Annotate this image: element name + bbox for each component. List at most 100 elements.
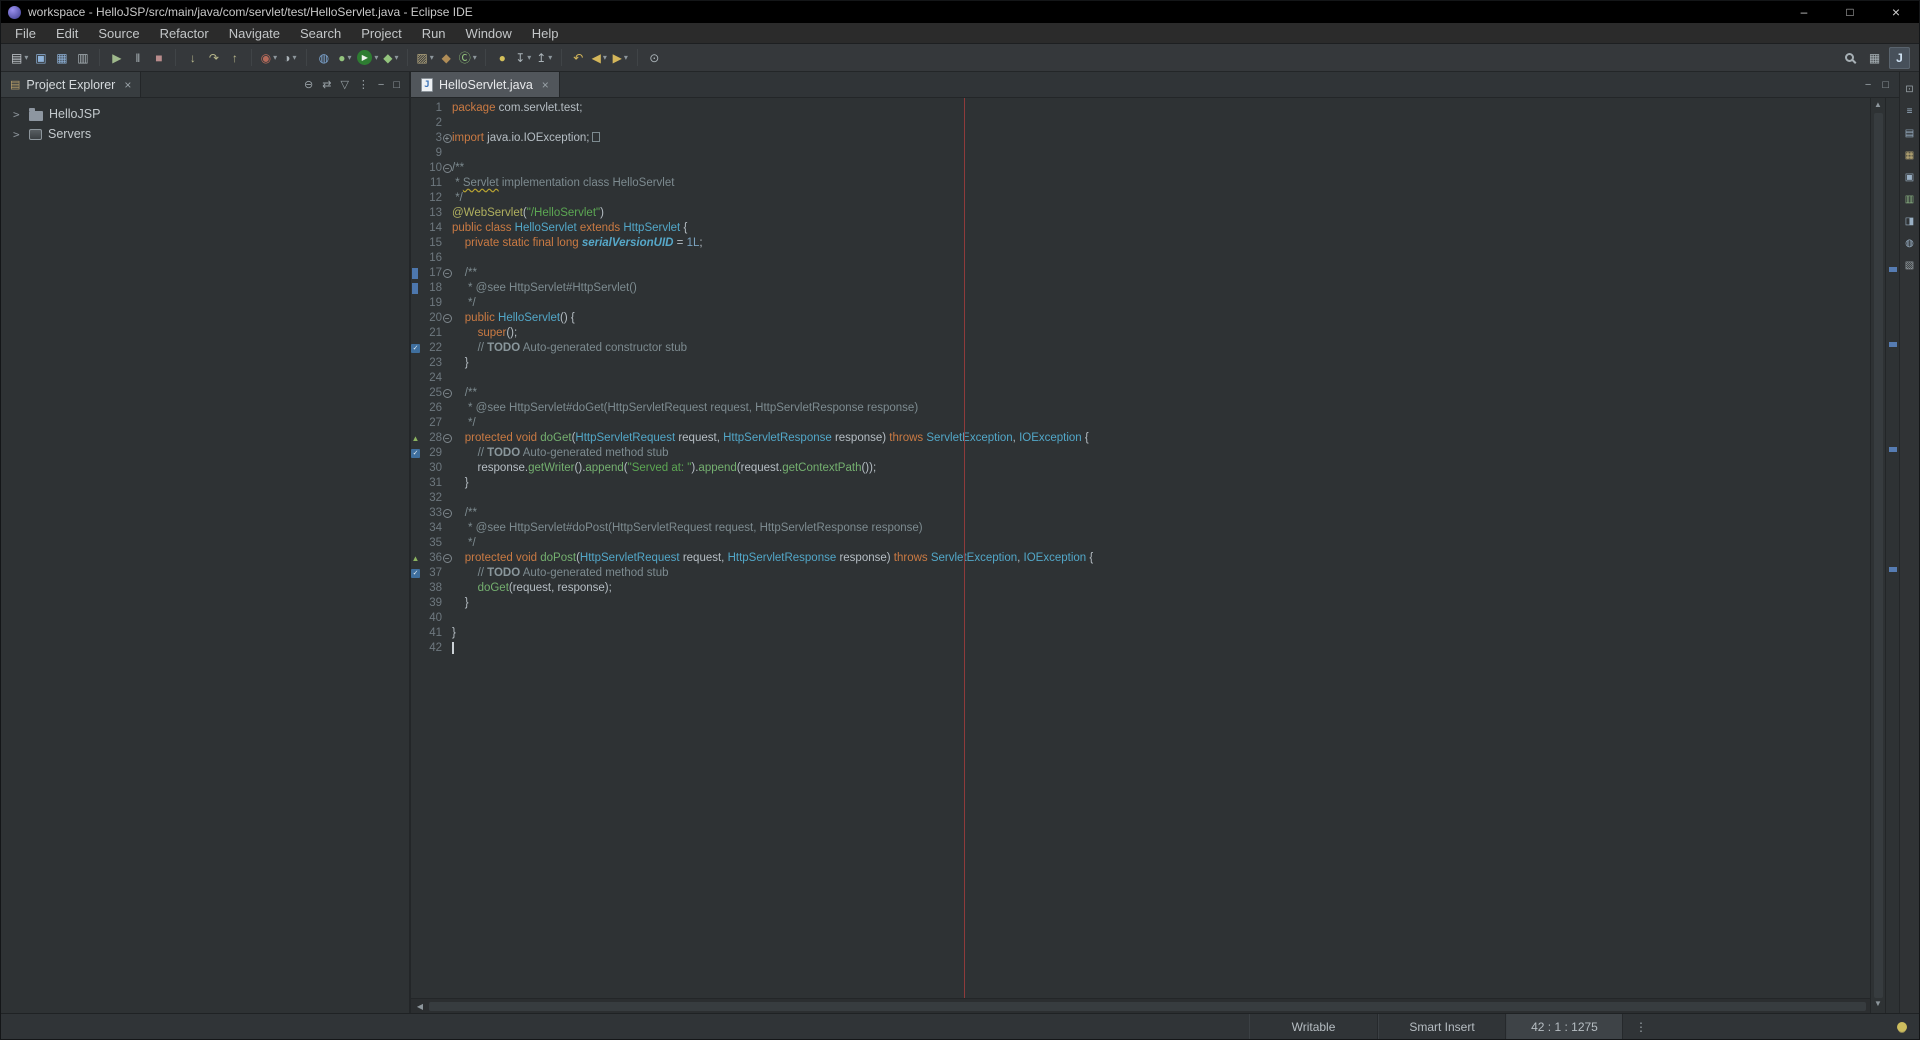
save-button[interactable]: ▣ [30,47,51,69]
link-with-editor-button[interactable]: ⇄ [322,78,331,91]
scroll-left-icon[interactable]: ◀ [413,1002,427,1011]
code-line[interactable]: 27 */ [411,416,1870,431]
step-into-button[interactable]: ↓ [182,47,203,69]
statusbar-overflow-icon[interactable]: ⋮ [1623,1020,1659,1034]
menu-refactor[interactable]: Refactor [150,23,219,43]
code-line[interactable]: ▲ 36− protected void doPost(HttpServletRe… [411,551,1870,566]
print-button[interactable]: ▥ [72,47,93,69]
menu-help[interactable]: Help [522,23,569,43]
vertical-scrollbar[interactable]: ▲ ▼ [1870,98,1885,1013]
menu-project[interactable]: Project [351,23,411,43]
menu-run[interactable]: Run [412,23,456,43]
code-line[interactable]: 1 package com.servlet.test; [411,101,1870,116]
folded-region-icon[interactable] [592,132,601,142]
minimized-search-view-icon[interactable]: ◍ [1903,236,1917,250]
chevron-right-icon[interactable]: > [13,108,23,121]
debug-button[interactable]: ● ▾ [334,47,355,69]
insert-mode-status[interactable]: Smart Insert [1378,1014,1506,1039]
code-line[interactable]: 32 [411,491,1870,506]
minimized-problems-view-icon[interactable]: ▦ [1903,148,1917,162]
last-edit-location-button[interactable]: ↶ [568,47,589,69]
menu-navigate[interactable]: Navigate [219,23,290,43]
minimized-console-view-icon[interactable]: ▣ [1903,170,1917,184]
vertical-scroll-thumb[interactable] [1873,113,1883,998]
code-line[interactable]: 9 [411,146,1870,161]
chevron-right-icon[interactable]: > [13,128,23,141]
code-line[interactable]: 35 */ [411,536,1870,551]
close-window-button[interactable]: × [1873,1,1919,23]
maximize-window-button[interactable]: □ [1827,1,1873,23]
menu-window[interactable]: Window [456,23,522,43]
code-line[interactable]: 12 */ [411,191,1870,206]
fold-expanded-icon[interactable]: − [442,164,452,173]
overview-mark[interactable] [1889,267,1897,272]
maximize-view-button[interactable]: □ [393,79,400,91]
tab-helloservlet-java[interactable]: J HelloServlet.java × [411,72,560,97]
fold-expanded-icon[interactable]: − [442,389,452,398]
scroll-down-icon[interactable]: ▼ [1874,999,1882,1011]
minimize-window-button[interactable]: – [1781,1,1827,23]
tree-item-servers[interactable]: > Servers [1,124,409,144]
terminate-button[interactable]: ■ [148,47,169,69]
code-line[interactable]: 13 @WebServlet("/HelloServlet") [411,206,1870,221]
code-line[interactable]: 17− /** [411,266,1870,281]
new-package-button[interactable]: ◆ [436,47,457,69]
code-line[interactable]: 16 [411,251,1870,266]
code-line[interactable]: 39 } [411,596,1870,611]
code-line[interactable]: 15 private static final long serialVersi… [411,236,1870,251]
code-line[interactable]: 18 * @see HttpServlet#HttpServlet() [411,281,1870,296]
code-line[interactable]: 23 } [411,356,1870,371]
suspend-button[interactable]: ‖ [127,47,148,69]
open-perspective-button[interactable]: ▦ [1864,47,1885,69]
close-explorer-icon[interactable]: × [124,78,131,92]
code-line[interactable]: 41} [411,626,1870,641]
new-class-button[interactable]: Ⓒ ▾ [457,47,479,69]
menu-source[interactable]: Source [88,23,149,43]
horizontal-scroll-thumb[interactable] [429,1001,1866,1011]
code-line[interactable]: 31 } [411,476,1870,491]
menu-search[interactable]: Search [290,23,351,43]
step-over-button[interactable]: ↷ [203,47,224,69]
minimized-snippets-view-icon[interactable]: ▧ [1903,258,1917,272]
previous-annotation-button[interactable]: ↥ ▾ [534,47,555,69]
code-line[interactable]: 11 * Servlet implementation class HelloS… [411,176,1870,191]
code-line[interactable]: 30 response.getWriter().append("Served a… [411,461,1870,476]
view-menu-button[interactable]: ⋮ [358,78,369,91]
code-line[interactable]: 20− public HelloServlet() { [411,311,1870,326]
code-line[interactable]: 21 super(); [411,326,1870,341]
code-line[interactable]: 38 doGet(request, response); [411,581,1870,596]
fold-expanded-icon[interactable]: − [442,269,452,278]
minimize-editor-icon[interactable]: − [1865,79,1871,91]
next-annotation-button[interactable]: ↧ ▾ [513,47,534,69]
step-return-button[interactable]: ↑ [224,47,245,69]
resume-button[interactable]: ▶ [106,47,127,69]
code-line[interactable]: 34 * @see HttpServlet#doPost(HttpServlet… [411,521,1870,536]
new-wizard-button[interactable]: ▤ ▾ [9,47,30,69]
code-line[interactable]: 25− /** [411,386,1870,401]
profile-button[interactable]: ◑ ▾ [279,47,300,69]
tab-project-explorer[interactable]: ▤ Project Explorer × [1,72,142,97]
toolbar-search-button[interactable] [1839,47,1860,69]
search-button[interactable]: ● [492,47,513,69]
minimize-view-button[interactable]: − [378,79,384,91]
close-editor-tab-icon[interactable]: × [542,78,549,92]
menu-edit[interactable]: Edit [46,23,88,43]
code-line[interactable]: 2 [411,116,1870,131]
code-line[interactable]: 3 + import java.io.IOException; [411,131,1870,146]
fold-expanded-icon[interactable]: − [442,509,452,518]
run-button[interactable]: ▶ ▾ [355,47,380,69]
code-line[interactable]: 26 * @see HttpServlet#doGet(HttpServletR… [411,401,1870,416]
fold-expanded-icon[interactable]: − [442,434,452,443]
back-button[interactable]: ◀ ▾ [589,47,610,69]
code-line[interactable]: 40 [411,611,1870,626]
menu-file[interactable]: File [5,23,46,43]
fold-expanded-icon[interactable]: − [442,554,452,563]
code-line[interactable]: ✓ 22 // TODO Auto-generated constructor s… [411,341,1870,356]
new-java-project-button[interactable]: ▨ ▾ [414,47,435,69]
fold-collapsed-icon[interactable]: + [442,134,452,143]
code-line[interactable]: 33− /** [411,506,1870,521]
overview-mark[interactable] [1889,447,1897,452]
filter-button[interactable]: ▽ [340,78,348,91]
external-tools-button[interactable]: ◆ ▾ [380,47,401,69]
code-line[interactable]: 10−/** [411,161,1870,176]
